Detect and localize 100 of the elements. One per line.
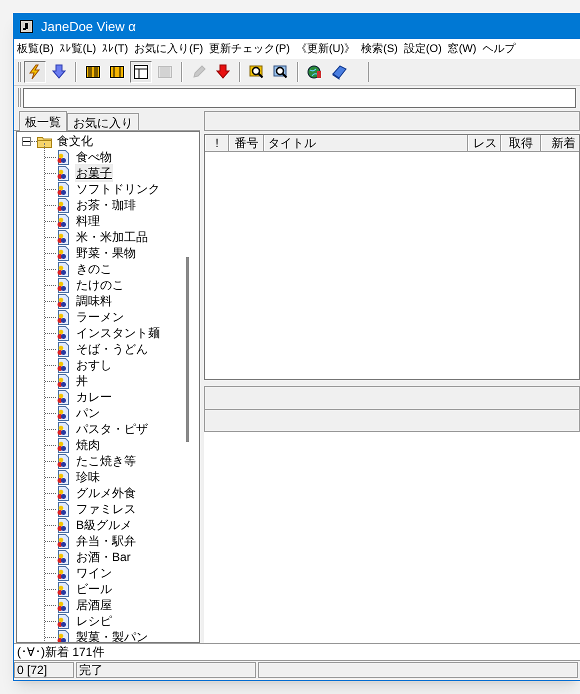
board-icon	[56, 278, 69, 292]
app-icon	[20, 20, 33, 33]
tree-item[interactable]: たけのこ	[75, 276, 125, 294]
layout-icon	[133, 64, 149, 80]
tree-item[interactable]: 食文化	[57, 132, 93, 150]
menu-item[interactable]: 更新チェック(P)	[206, 40, 293, 58]
magnifier-icon	[273, 64, 289, 80]
status-panel: 完了	[76, 662, 256, 678]
tree-item[interactable]: 丼	[75, 372, 89, 390]
menu-item[interactable]: ｽﾚ(T)	[99, 40, 132, 58]
tree-item[interactable]: パスタ・ピザ	[75, 420, 149, 438]
tree-item[interactable]: ラーメン	[75, 308, 125, 326]
board-icon	[56, 342, 69, 356]
tree-item[interactable]: パン	[75, 404, 101, 422]
menu-item[interactable]: 《更新(U)》	[292, 40, 358, 58]
down-arrow-icon	[215, 64, 231, 80]
tree-item[interactable]: インスタント麺	[75, 324, 161, 342]
tree-item[interactable]: そば・うどん	[75, 340, 149, 358]
toolbar-button[interactable]	[130, 61, 152, 83]
menu-item[interactable]: お気に入り(F)	[131, 40, 206, 58]
address-field[interactable]	[23, 88, 576, 108]
toolbar-grip[interactable]	[18, 62, 21, 82]
down-arrow-icon	[51, 64, 67, 80]
board-icon	[56, 214, 69, 228]
board-icon	[56, 262, 69, 276]
tree-item[interactable]: おすし	[75, 356, 113, 374]
board-icon	[56, 422, 69, 436]
tree-item[interactable]: ソフトドリンク	[75, 180, 161, 198]
folder-icon	[37, 134, 53, 148]
two-column-icon	[109, 64, 125, 80]
board-icon	[56, 374, 69, 388]
tree-item[interactable]: お茶・珈琲	[75, 196, 137, 214]
tree-item[interactable]: ビール	[75, 580, 113, 598]
board-icon	[56, 582, 69, 596]
tree-item[interactable]: 珍味	[75, 468, 101, 486]
status-message: (･∀･)新着 171件	[16, 644, 106, 661]
tree-item[interactable]: たこ焼き等	[75, 452, 137, 470]
board-icon	[56, 326, 69, 340]
tree-item[interactable]: ファミレス	[75, 500, 137, 518]
tree-item[interactable]: 野菜・果物	[75, 244, 137, 262]
column-header[interactable]: レス	[468, 135, 501, 151]
tree-item[interactable]: 居酒屋	[75, 596, 113, 614]
board-icon	[56, 166, 69, 180]
board-icon	[56, 566, 69, 580]
board-icon	[56, 310, 69, 324]
board-icon	[56, 550, 69, 564]
board-icon	[56, 294, 69, 308]
board-icon	[56, 614, 69, 628]
globe-icon	[307, 64, 323, 80]
tree-item[interactable]: 食べ物	[75, 148, 113, 166]
menu-item[interactable]: 検索(S)	[358, 40, 401, 58]
menu-item[interactable]: ヘルプ	[479, 40, 518, 58]
board-icon	[56, 406, 69, 420]
board-icon	[56, 454, 69, 468]
three-column-icon	[85, 64, 101, 80]
scrollbar-thumb[interactable]	[186, 257, 189, 442]
column-header[interactable]: タイトル	[264, 135, 468, 151]
board-icon	[56, 358, 69, 372]
toolbar-grip[interactable]	[18, 88, 21, 107]
column-header[interactable]: 取得	[501, 135, 541, 151]
tree-item[interactable]: ワイン	[75, 564, 113, 582]
board-icon	[56, 230, 69, 244]
striped-columns-icon	[157, 64, 173, 80]
tree-item[interactable]: 料理	[75, 212, 101, 230]
board-icon	[56, 246, 69, 260]
board-icon	[56, 518, 69, 532]
lightning-icon	[27, 64, 43, 80]
tree-item[interactable]: きのこ	[75, 260, 113, 278]
menu-item[interactable]: 窓(W)	[444, 40, 480, 58]
column-header[interactable]: !	[205, 135, 229, 151]
menu-item[interactable]: ｽﾚ覧(L)	[56, 40, 100, 58]
board-icon	[56, 486, 69, 500]
window-title: JaneDoe View α	[41, 18, 136, 36]
tree-item[interactable]: 米・米加工品	[75, 228, 149, 246]
board-icon	[56, 150, 69, 164]
menu-item[interactable]: 板覧(B)	[14, 40, 57, 58]
board-icon	[56, 198, 69, 212]
board-icon	[56, 470, 69, 484]
column-header[interactable]: 番号	[229, 135, 264, 151]
tree-item[interactable]: 調味料	[75, 292, 113, 310]
tree-item[interactable]: 焼肉	[75, 436, 101, 454]
board-icon	[56, 438, 69, 452]
tab[interactable]: 板一覧	[19, 111, 67, 131]
board-icon	[56, 598, 69, 612]
tree-item[interactable]: グルメ外食	[75, 484, 137, 502]
tree-item[interactable]: B級グルメ	[75, 516, 134, 534]
menu-item[interactable]: 設定(O)	[400, 40, 445, 58]
tree-item[interactable]: お酒・Bar	[75, 548, 132, 566]
column-header[interactable]: 新着	[541, 135, 580, 151]
collapse-toggle[interactable]	[22, 136, 31, 146]
board-icon	[56, 534, 69, 548]
tree-item[interactable]: お菓子	[75, 164, 113, 182]
board-icon	[56, 630, 69, 642]
board-icon	[56, 390, 69, 404]
pencil-icon	[191, 64, 207, 80]
tree-item[interactable]: 弁当・駅弁	[75, 532, 137, 550]
tree-item[interactable]: レシピ	[75, 612, 113, 630]
tab[interactable]: お気に入り	[67, 113, 139, 130]
tree-item[interactable]: カレー	[75, 388, 113, 406]
magnifier-icon	[249, 64, 265, 80]
